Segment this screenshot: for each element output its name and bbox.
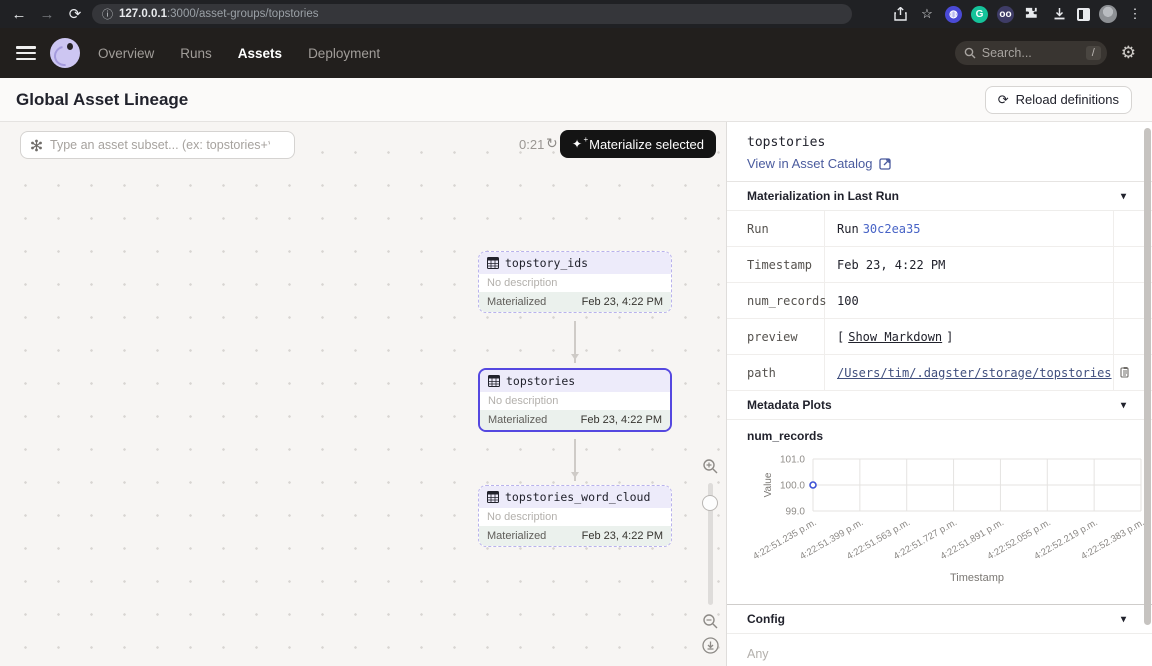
table-row-num-records: num_records 100 xyxy=(727,283,1152,319)
settings-gear-icon[interactable]: ⚙ xyxy=(1121,43,1136,63)
zoom-in-icon[interactable] xyxy=(702,458,718,476)
browser-reload-button[interactable]: ⟳ xyxy=(64,3,86,25)
browser-toolbar: ← → ⟳ ⓘ 127.0.0.1:3000/asset-groups/tops… xyxy=(0,0,1152,28)
address-bar[interactable]: ⓘ 127.0.0.1:3000/asset-groups/topstories xyxy=(92,4,852,24)
nav-item-assets[interactable]: Assets xyxy=(238,46,282,61)
site-info-icon[interactable]: ⓘ xyxy=(102,6,113,22)
num-records-chart: 101.0100.099.04:22:51.235 p.m.4:22:51.39… xyxy=(727,443,1152,604)
nav-item-overview[interactable]: Overview xyxy=(98,46,154,61)
svg-text:Timestamp: Timestamp xyxy=(950,572,1004,584)
view-in-asset-catalog-link[interactable]: View in Asset Catalog xyxy=(747,156,1132,171)
asset-name: topstories xyxy=(506,374,575,388)
asset-description: No description xyxy=(480,392,670,410)
search-icon xyxy=(964,47,976,59)
graph-refresh-icon[interactable]: ↻ xyxy=(546,135,558,152)
asset-filter-input[interactable] xyxy=(50,138,270,152)
zoom-slider[interactable] xyxy=(708,483,713,605)
edge-arrow xyxy=(574,439,576,481)
asset-node-topstories-word-cloud[interactable]: topstories_word_cloud No description Mat… xyxy=(478,485,672,547)
share-icon[interactable] xyxy=(891,5,909,23)
app-navbar: Overview Runs Assets Deployment / ⚙ xyxy=(0,28,1152,78)
section-config[interactable]: Config▾ xyxy=(727,605,1152,634)
page-title: Global Asset Lineage xyxy=(16,90,188,110)
svg-text:101.0: 101.0 xyxy=(780,455,805,466)
chevron-down-icon: ▾ xyxy=(1121,191,1126,202)
asset-filter-field[interactable] xyxy=(20,131,295,159)
svg-text:100.0: 100.0 xyxy=(780,481,805,492)
reading-list-icon[interactable] xyxy=(1077,8,1090,21)
config-value: Any xyxy=(727,634,1152,666)
dagster-logo[interactable] xyxy=(50,38,80,68)
refresh-timer: 0:21 xyxy=(519,137,544,152)
asset-selection-icon xyxy=(30,139,43,152)
panel-scrollbar[interactable] xyxy=(1144,128,1151,625)
page-header: Global Asset Lineage ⟳ Reload definition… xyxy=(0,78,1152,122)
sparkle-icon: ✦+ xyxy=(572,137,582,151)
external-link-icon xyxy=(879,158,891,170)
asset-status: Materialized xyxy=(487,530,546,542)
metadata-table: Run Run 30c2ea35 Timestamp Feb 23, 4:22 … xyxy=(727,211,1152,391)
bookmark-star-icon[interactable]: ☆ xyxy=(918,5,936,23)
zoom-out-icon[interactable] xyxy=(702,613,718,631)
table-icon xyxy=(487,257,499,269)
asset-name: topstories_word_cloud xyxy=(505,490,650,504)
table-icon xyxy=(487,491,499,503)
recenter-view-icon[interactable] xyxy=(702,637,719,655)
asset-node-topstories[interactable]: topstories No description Materialized F… xyxy=(478,368,672,432)
browser-back-button[interactable]: ← xyxy=(8,3,30,25)
table-row-run: Run Run 30c2ea35 xyxy=(727,211,1152,247)
reload-icon: ⟳ xyxy=(998,92,1009,108)
table-row-path: path /Users/tim/.dagster/storage/topstor… xyxy=(727,355,1152,391)
url-text: 127.0.0.1:3000/asset-groups/topstories xyxy=(119,8,318,20)
search-input[interactable] xyxy=(982,46,1068,60)
asset-timestamp: Feb 23, 4:22 PM xyxy=(582,530,663,542)
asset-status: Materialized xyxy=(487,296,546,308)
downloads-icon[interactable] xyxy=(1050,5,1068,23)
run-id-link[interactable]: 30c2ea35 xyxy=(863,222,921,236)
section-metadata-plots[interactable]: Metadata Plots▾ xyxy=(727,391,1152,420)
asset-node-topstory-ids[interactable]: topstory_ids No description Materialized… xyxy=(478,251,672,313)
extension-grammarly-icon[interactable]: G xyxy=(971,6,988,23)
section-materialization-last-run[interactable]: Materialization in Last Run▾ xyxy=(727,181,1152,211)
extension-glasses-icon[interactable]: oo xyxy=(997,6,1014,23)
storage-path-link[interactable]: /Users/tim/.dagster/storage/topstories xyxy=(837,366,1112,380)
nav-item-runs[interactable]: Runs xyxy=(180,46,212,61)
extensions-puzzle-icon[interactable] xyxy=(1023,5,1041,23)
show-markdown-link[interactable]: Show Markdown xyxy=(848,330,942,344)
edge-arrow xyxy=(574,321,576,363)
browser-menu-icon[interactable]: ⋮ xyxy=(1126,5,1144,23)
chevron-down-icon: ▾ xyxy=(1121,400,1126,411)
asset-description: No description xyxy=(479,274,671,292)
table-row-preview: preview [Show Markdown] xyxy=(727,319,1152,355)
asset-status: Materialized xyxy=(488,414,547,426)
asset-description: No description xyxy=(479,508,671,526)
asset-details-panel: topstories View in Asset Catalog Materia… xyxy=(726,122,1152,666)
search-shortcut-badge: / xyxy=(1086,46,1101,60)
materialize-selected-button[interactable]: ✦+ Materialize selected xyxy=(560,130,716,158)
svg-text:99.0: 99.0 xyxy=(786,507,806,518)
nav-item-deployment[interactable]: Deployment xyxy=(308,46,380,61)
svg-text:Value: Value xyxy=(763,472,774,497)
panel-asset-title: topstories xyxy=(747,135,1132,150)
browser-profile-avatar[interactable] xyxy=(1099,5,1117,23)
reload-definitions-button[interactable]: ⟳ Reload definitions xyxy=(985,86,1132,114)
table-row-timestamp: Timestamp Feb 23, 4:22 PM xyxy=(727,247,1152,283)
table-icon xyxy=(488,375,500,387)
extension-password-icon[interactable]: ◍ xyxy=(945,6,962,23)
graph-zoom-controls xyxy=(699,458,721,655)
plot-title: num_records xyxy=(727,420,1152,443)
asset-lineage-graph[interactable]: 0:21 ↻ ✦+ Materialize selected topstory_… xyxy=(0,122,726,666)
global-search[interactable]: / xyxy=(955,41,1107,65)
asset-name: topstory_ids xyxy=(505,256,588,270)
browser-forward-button[interactable]: → xyxy=(36,3,58,25)
asset-timestamp: Feb 23, 4:22 PM xyxy=(582,296,663,308)
chevron-down-icon: ▾ xyxy=(1121,614,1126,625)
zoom-slider-handle[interactable] xyxy=(702,495,718,511)
menu-hamburger-icon[interactable] xyxy=(16,46,36,60)
asset-timestamp: Feb 23, 4:22 PM xyxy=(581,414,662,426)
